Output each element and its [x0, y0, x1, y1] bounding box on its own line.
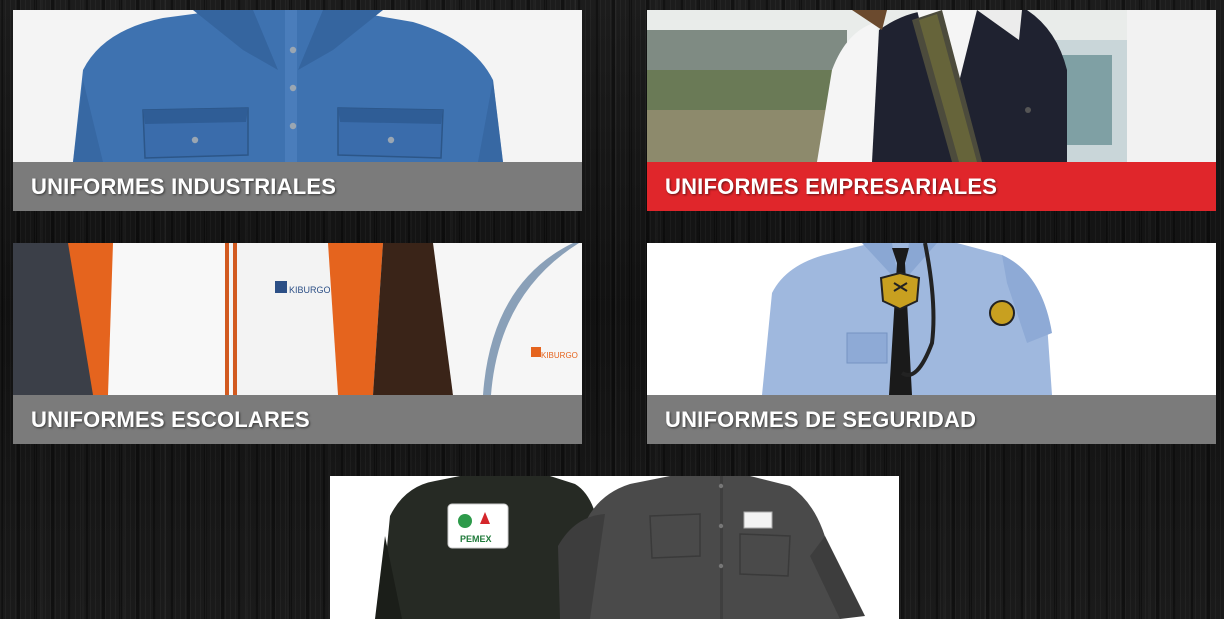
- category-label[interactable]: UNIFORMES INDUSTRIALES: [13, 162, 582, 211]
- security-badge-icon: [879, 271, 921, 311]
- category-card-industriales[interactable]: UNIFORMES INDUSTRIALES: [13, 10, 582, 211]
- business-uniform-photo: [647, 10, 1216, 162]
- school-logo-text: KIBURGO: [289, 285, 331, 295]
- category-card-empresariales[interactable]: UNIFORMES EMPRESARIALES: [647, 10, 1216, 211]
- category-label[interactable]: UNIFORMES EMPRESARIALES: [647, 162, 1216, 211]
- industrial-shirt-photo: [13, 10, 582, 162]
- pemex-logo-text: PEMEX: [460, 534, 492, 544]
- category-label[interactable]: UNIFORMES DE SEGURIDAD: [647, 395, 1216, 444]
- school-logo-text-2: KIBURGO: [541, 351, 578, 360]
- security-uniform-photo: [647, 243, 1216, 395]
- school-logo-icon: [275, 281, 287, 293]
- school-uniform-photo: KIBURGO KIBURGO: [13, 243, 582, 395]
- pemex-jackets-photo: PEMEX: [330, 476, 899, 619]
- category-card-escolares[interactable]: KIBURGO KIBURGO UNIFORMES ESCOLARES: [13, 243, 582, 444]
- category-card-seguridad[interactable]: UNIFORMES DE SEGURIDAD: [647, 243, 1216, 444]
- category-label[interactable]: UNIFORMES ESCOLARES: [13, 395, 582, 444]
- category-card-pemex[interactable]: PEMEX: [330, 476, 899, 619]
